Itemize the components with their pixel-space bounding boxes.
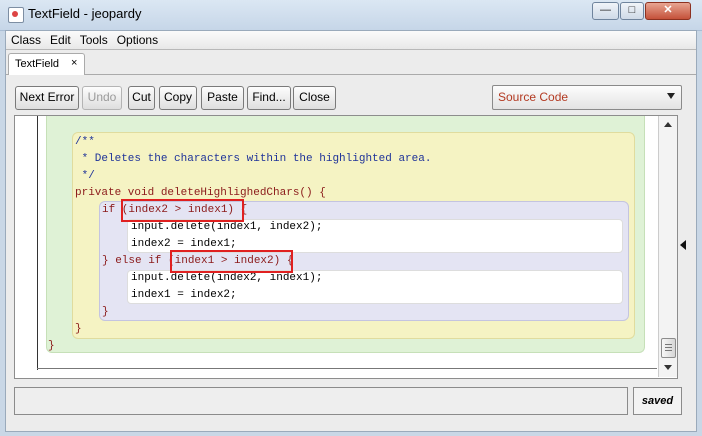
status-message-field [14, 387, 628, 415]
tab-close-icon[interactable]: × [71, 57, 77, 69]
menu-tools[interactable]: Tools [75, 31, 112, 48]
code-line-13: } [48, 340, 55, 352]
close-button[interactable]: Close [293, 86, 336, 110]
menu-bar: Class Edit Tools Options [6, 31, 696, 50]
editor-window: Class Edit Tools Options TextField × Next E… [5, 30, 697, 432]
grip-line [665, 347, 672, 348]
collapse-arrow-icon[interactable] [680, 240, 686, 250]
view-mode-select[interactable]: Source Code [492, 85, 682, 110]
editor-bottom-rule [37, 368, 657, 369]
title-bar: TextField - jeopardy — □ ✕ [0, 0, 702, 31]
menu-options[interactable]: Options [112, 31, 162, 48]
paste-button[interactable]: Paste [201, 86, 244, 110]
find-button[interactable]: Find... [247, 86, 291, 110]
vertical-scrollbar[interactable] [658, 116, 677, 377]
close-window-button[interactable]: ✕ [645, 2, 691, 20]
code-line-1: /** [75, 136, 95, 148]
cut-button[interactable]: Cut [128, 86, 155, 110]
java-app-icon [8, 7, 24, 23]
scroll-thumb[interactable] [661, 338, 676, 358]
chevron-down-icon [667, 93, 675, 99]
next-error-button[interactable]: Next Error [15, 86, 79, 110]
maximize-button[interactable]: □ [620, 2, 644, 20]
undo-button[interactable]: Undo [82, 86, 122, 110]
highlight-box-condition-1 [121, 199, 244, 222]
margin-line [37, 116, 38, 370]
scroll-up-icon[interactable] [664, 122, 672, 127]
tab-strip: TextField × [6, 50, 696, 75]
menu-class[interactable]: Class [6, 31, 45, 48]
grip-line [665, 350, 672, 351]
highlight-box-condition-2 [170, 250, 293, 273]
code-editor[interactable]: /** * Deletes the characters within the … [14, 115, 678, 379]
tab-textfield[interactable]: TextField × [8, 53, 85, 75]
window-title: TextField - jeopardy [28, 6, 142, 21]
code-line-10: index1 = index2; [131, 289, 237, 301]
menu-edit[interactable]: Edit [45, 31, 75, 48]
code-line-2: * Deletes the characters within the high… [75, 153, 432, 165]
copy-button[interactable]: Copy [159, 86, 197, 110]
view-mode-value: Source Code [498, 90, 569, 104]
code-line-11: } [102, 306, 109, 318]
minimize-button[interactable]: — [592, 2, 619, 20]
tab-label: TextField [15, 58, 60, 70]
code-line-12: } [75, 323, 82, 335]
scroll-down-icon[interactable] [664, 365, 672, 370]
saved-status: saved [633, 387, 682, 415]
grip-line [665, 344, 672, 345]
code-line-3: */ [75, 170, 95, 182]
